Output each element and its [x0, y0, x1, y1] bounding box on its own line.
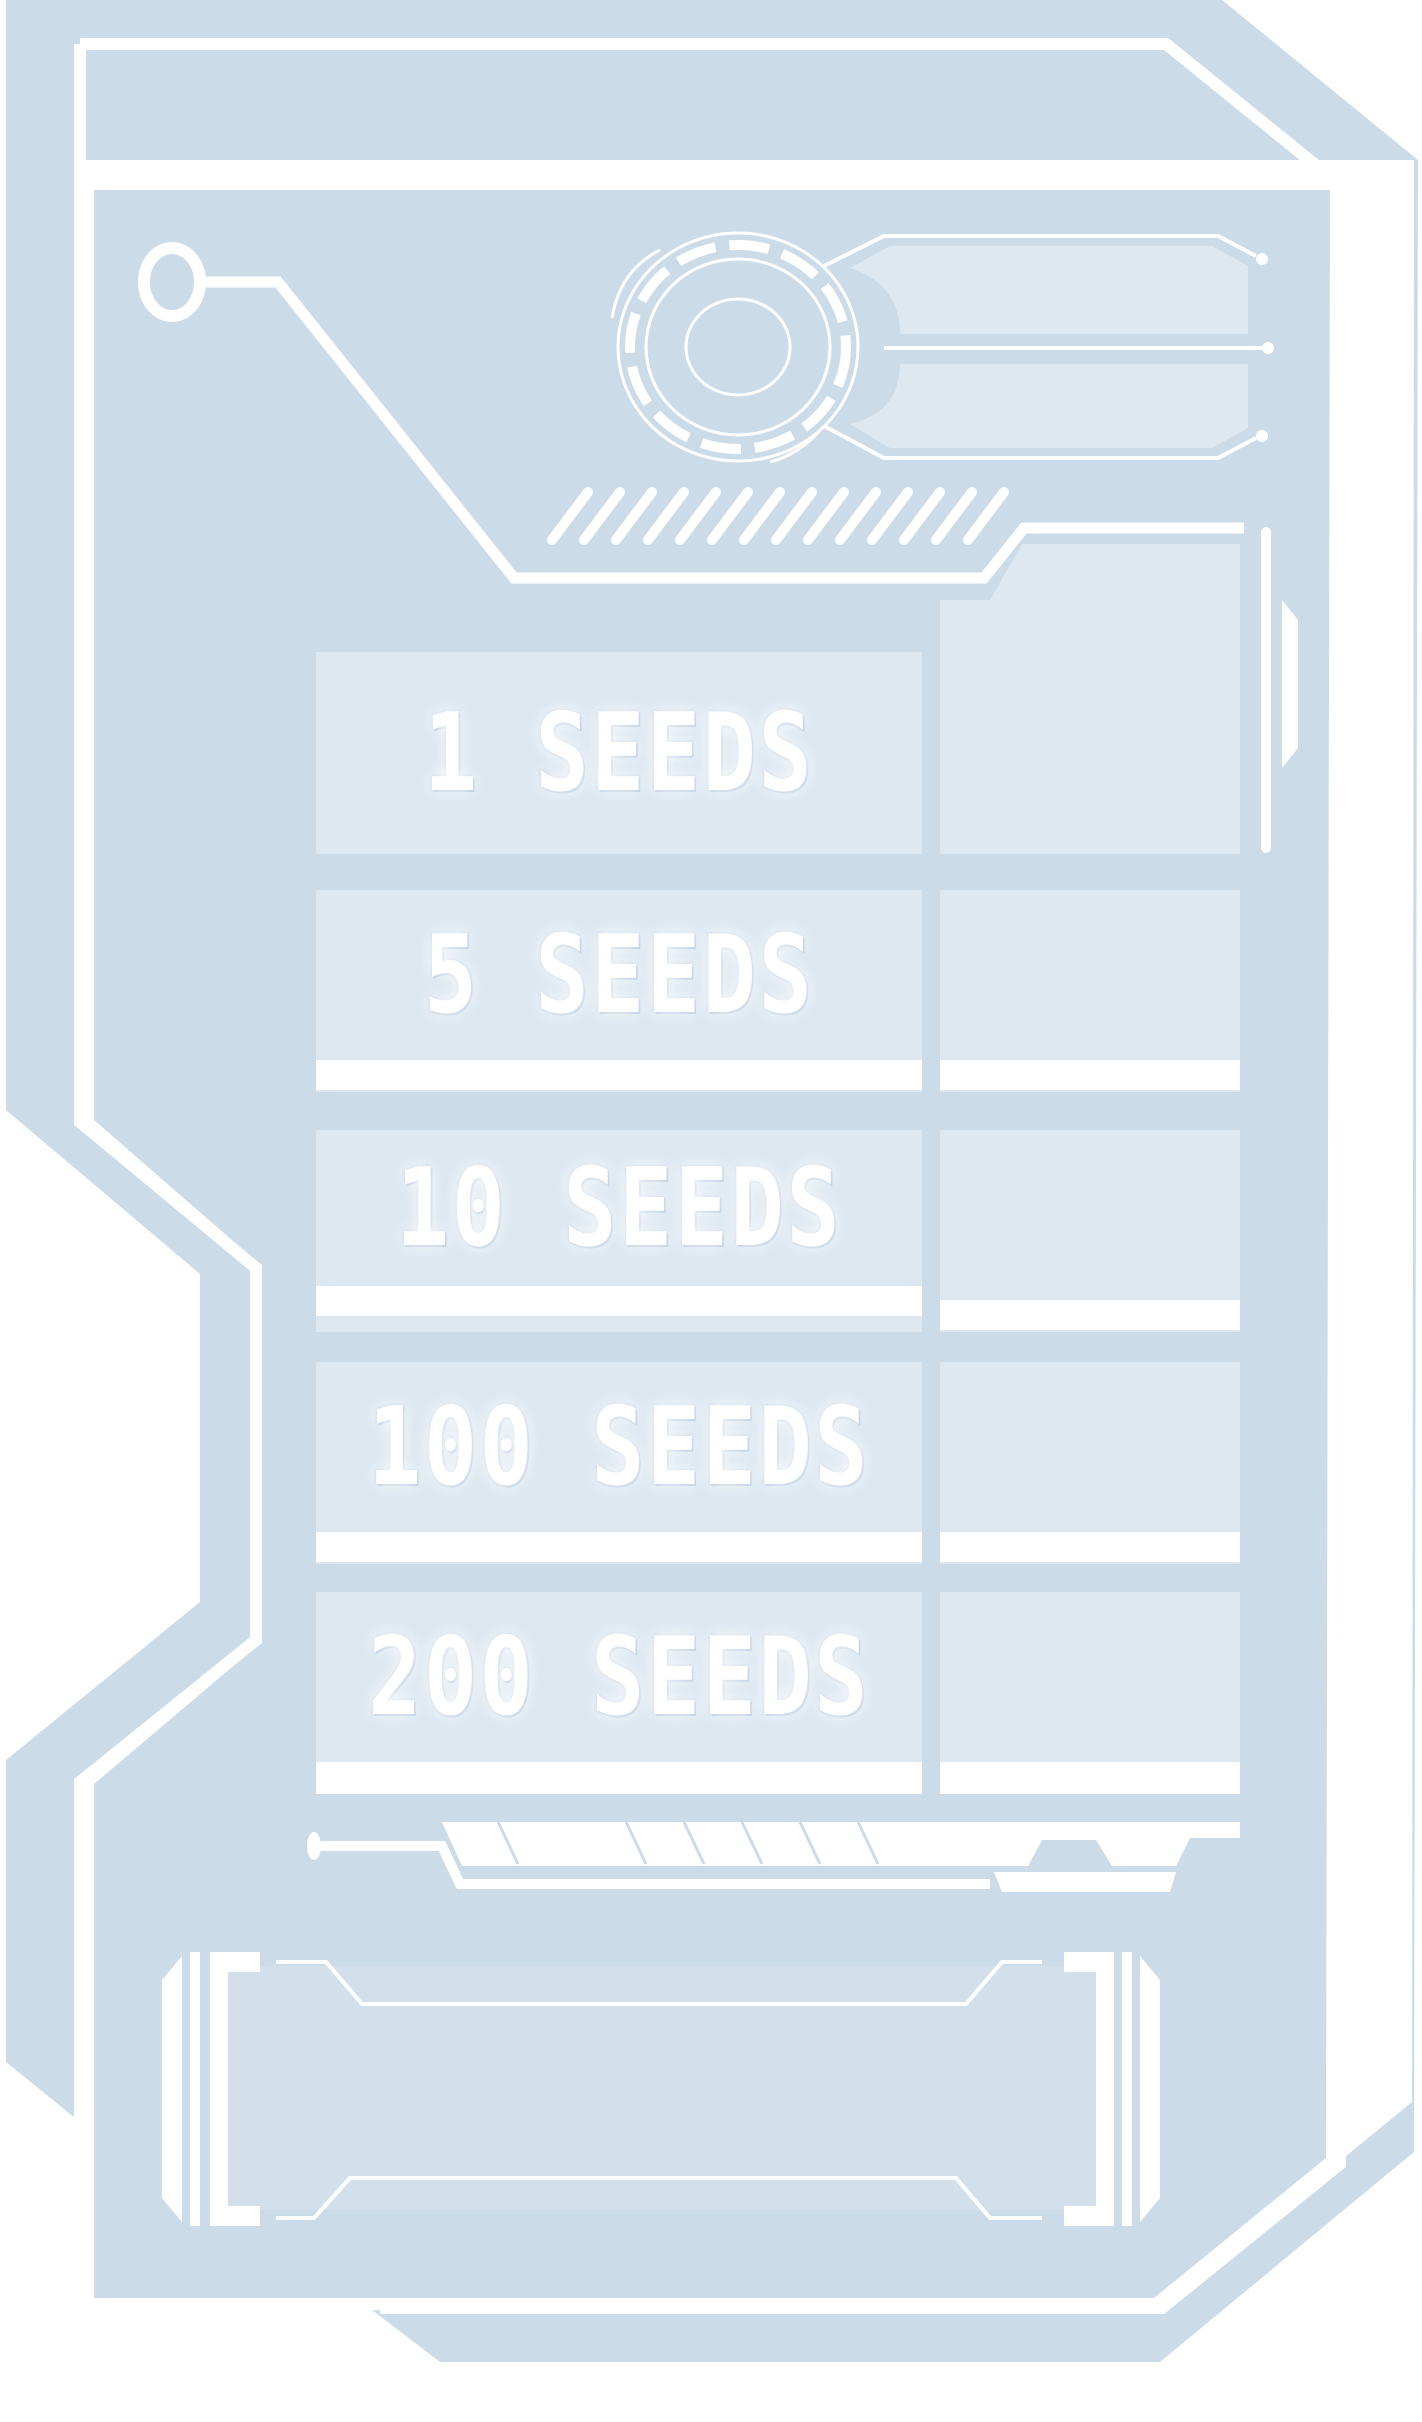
seed-option-200[interactable]: 200 SEEDS [316, 1592, 922, 1762]
seed-option-1[interactable]: 1 SEEDS [316, 652, 922, 854]
side-tab [1282, 600, 1298, 768]
seed-option-10[interactable]: 10 SEEDS [316, 1130, 922, 1286]
seed-option-100[interactable]: 100 SEEDS [316, 1362, 922, 1532]
seed-option-label: 100 SEEDS [368, 1384, 871, 1510]
seed-option-label: 1 SEEDS [423, 690, 815, 816]
bottom-display [162, 1952, 1160, 2226]
seed-option-label: 200 SEEDS [368, 1614, 871, 1740]
seed-option-label: 10 SEEDS [395, 1145, 843, 1271]
seed-shop-panel: 1 SEEDS 5 SEEDS 10 SEEDS 100 SEEDS 200 S… [0, 0, 1422, 2422]
seed-option-label: 5 SEEDS [423, 912, 815, 1038]
seed-option-5[interactable]: 5 SEEDS [316, 890, 922, 1060]
header-plates [823, 234, 1274, 460]
